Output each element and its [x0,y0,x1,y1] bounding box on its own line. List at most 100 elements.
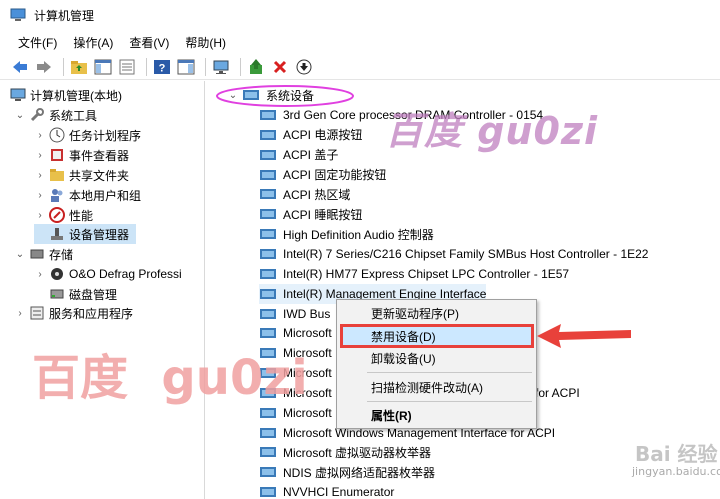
device-item[interactable]: NDIS 虚拟网络适配器枚举器 [259,462,435,482]
show-action-icon[interactable] [176,57,196,77]
menu-help[interactable]: 帮助(H) [185,34,226,51]
system-device-icon [260,149,276,160]
device-label: NVVHCI Enumerator [283,485,395,499]
system-device-icon [260,189,276,200]
toolbar-separator [63,57,64,76]
system-device-icon [260,308,276,319]
highlight-box [340,324,534,348]
tree-item-label: 本地用户和组 [69,188,142,203]
forward-icon[interactable] [34,57,54,77]
menu-bar: 文件(F) 操作(A) 查看(V) 帮助(H) [0,32,720,52]
system-device-icon [260,447,276,458]
tree-item-disk-management[interactable]: 磁盘管理 [34,284,117,304]
device-label: ACPI 睡眠按钮 [283,207,363,222]
disable-icon[interactable] [294,57,314,77]
device-item[interactable]: IWD Bus [259,304,330,324]
menu-item-label: 卸载设备(U) [371,351,436,366]
device-item[interactable]: Intel(R) 7 Series/C216 Chipset Family SM… [259,244,648,264]
tools-icon [30,108,44,122]
menu-file[interactable]: 文件(F) [18,34,57,51]
properties-icon[interactable] [117,57,137,77]
chevron-right-icon[interactable]: › [34,149,46,161]
tree-item-services[interactable]: › 服务和应用程序 [14,303,133,323]
device-item[interactable]: ACPI 固定功能按钮 [259,165,386,185]
help-icon[interactable]: ? [152,57,172,77]
watermark-corner: Bai 经验 [635,442,718,466]
menu-properties[interactable]: 属性(R) [371,405,412,425]
chevron-right-icon[interactable]: › [34,189,46,201]
title-bar: 计算机管理 [0,0,720,30]
tree-item-event-viewer[interactable]: › 事件查看器 [34,145,129,165]
device-label: Intel(R) HM77 Express Chipset LPC Contro… [283,266,570,281]
device-item[interactable]: High Definition Audio 控制器 [259,224,434,244]
svg-text:?: ? [159,62,166,74]
tree-item-local-users[interactable]: › 本地用户和组 [34,185,141,205]
menu-view[interactable]: 查看(V) [129,34,169,51]
tree-item-performance[interactable]: › 性能 [34,205,93,225]
up-folder-icon[interactable] [69,57,89,77]
menu-uninstall-device[interactable]: 卸载设备(U) [371,348,436,368]
shared-folder-icon [50,169,64,181]
tree-item-system-tools[interactable]: ⌄ 系统工具 [14,105,97,125]
menu-action[interactable]: 操作(A) [73,34,113,51]
tree-item-label: 服务和应用程序 [49,306,134,321]
tree-item-storage[interactable]: ⌄ 存储 [14,244,73,264]
chevron-down-icon[interactable]: ⌄ [14,109,26,121]
category-system-devices[interactable]: ⌄ 系统设备 [227,85,314,105]
menu-item-label: 禁用设备(D) [371,329,436,344]
tree-item-label: 存储 [49,247,74,262]
device-label: Intel(R) 7 Series/C216 Chipset Family SM… [283,246,649,261]
tree-item-task-scheduler[interactable]: › 任务计划程序 [34,125,141,145]
tree-item-label: 系统工具 [49,108,98,123]
device-label: High Definition Audio 控制器 [283,227,434,242]
services-icon [30,306,44,320]
chevron-down-icon[interactable]: ⌄ [14,248,26,260]
chevron-down-icon[interactable]: ⌄ [227,89,239,101]
context-menu: 更新驱动程序(P) 禁用设备(D) 卸载设备(U) 扫描检测硬件改动(A) 属性… [336,299,537,429]
system-device-icon [260,110,276,120]
device-item[interactable]: ACPI 电源按钮 [259,125,362,145]
clock-icon [49,127,65,143]
device-item[interactable]: ACPI 睡眠按钮 [259,204,362,224]
tree-item-device-manager[interactable]: 设备管理器 [34,224,136,244]
back-icon[interactable] [10,57,30,77]
tree-item-defrag[interactable]: › O&O Defrag Professi [34,264,182,284]
window-title: 计算机管理 [34,8,95,23]
chevron-right-icon[interactable]: › [34,129,46,141]
tree-item-label: 共享文件夹 [69,168,130,183]
menu-disable-device[interactable]: 禁用设备(D) [371,326,436,346]
device-item[interactable]: NVVHCI Enumerator [259,482,394,499]
toolbar-separator [240,57,241,76]
chevron-right-icon[interactable]: › [14,307,26,319]
tree-item-label: 性能 [69,208,94,223]
menu-scan-hardware[interactable]: 扫描检测硬件改动(A) [371,377,483,397]
device-item[interactable]: Microsoft 虚拟驱动器枚举器 [259,442,431,462]
system-device-icon [260,229,276,240]
chevron-right-icon[interactable]: › [34,169,46,181]
device-item[interactable]: ACPI 盖子 [259,145,338,165]
watermark-left: 百度 gu0zi [32,350,308,406]
device-label: IWD Bus [283,306,331,321]
chevron-right-icon[interactable]: › [34,209,46,221]
storage-icon [30,249,44,259]
system-device-icon [260,487,276,498]
system-device-icon [260,209,276,220]
device-item[interactable]: ACPI 热区域 [259,184,350,204]
update-driver-icon[interactable] [246,57,266,77]
show-tree-icon[interactable] [93,57,113,77]
device-item[interactable]: Intel(R) HM77 Express Chipset LPC Contro… [259,264,569,284]
defrag-icon [51,268,63,280]
device-label: NDIS 虚拟网络适配器枚举器 [283,465,436,480]
tree-item-label: O&O Defrag Professi [69,267,182,281]
tree-item-root[interactable]: 计算机管理(本地) [10,85,122,105]
category-label: 系统设备 [266,88,315,103]
menu-update-driver[interactable]: 更新驱动程序(P) [371,303,459,323]
uninstall-icon[interactable] [270,57,290,77]
monitor-icon[interactable] [211,57,231,77]
tree-item-label: 设备管理器 [69,227,130,242]
chevron-right-icon[interactable]: › [34,268,46,280]
tree-item-shared-folders[interactable]: › 共享文件夹 [34,165,129,185]
users-icon [51,189,63,202]
system-device-icon [260,467,276,478]
menu-separator [367,401,532,402]
